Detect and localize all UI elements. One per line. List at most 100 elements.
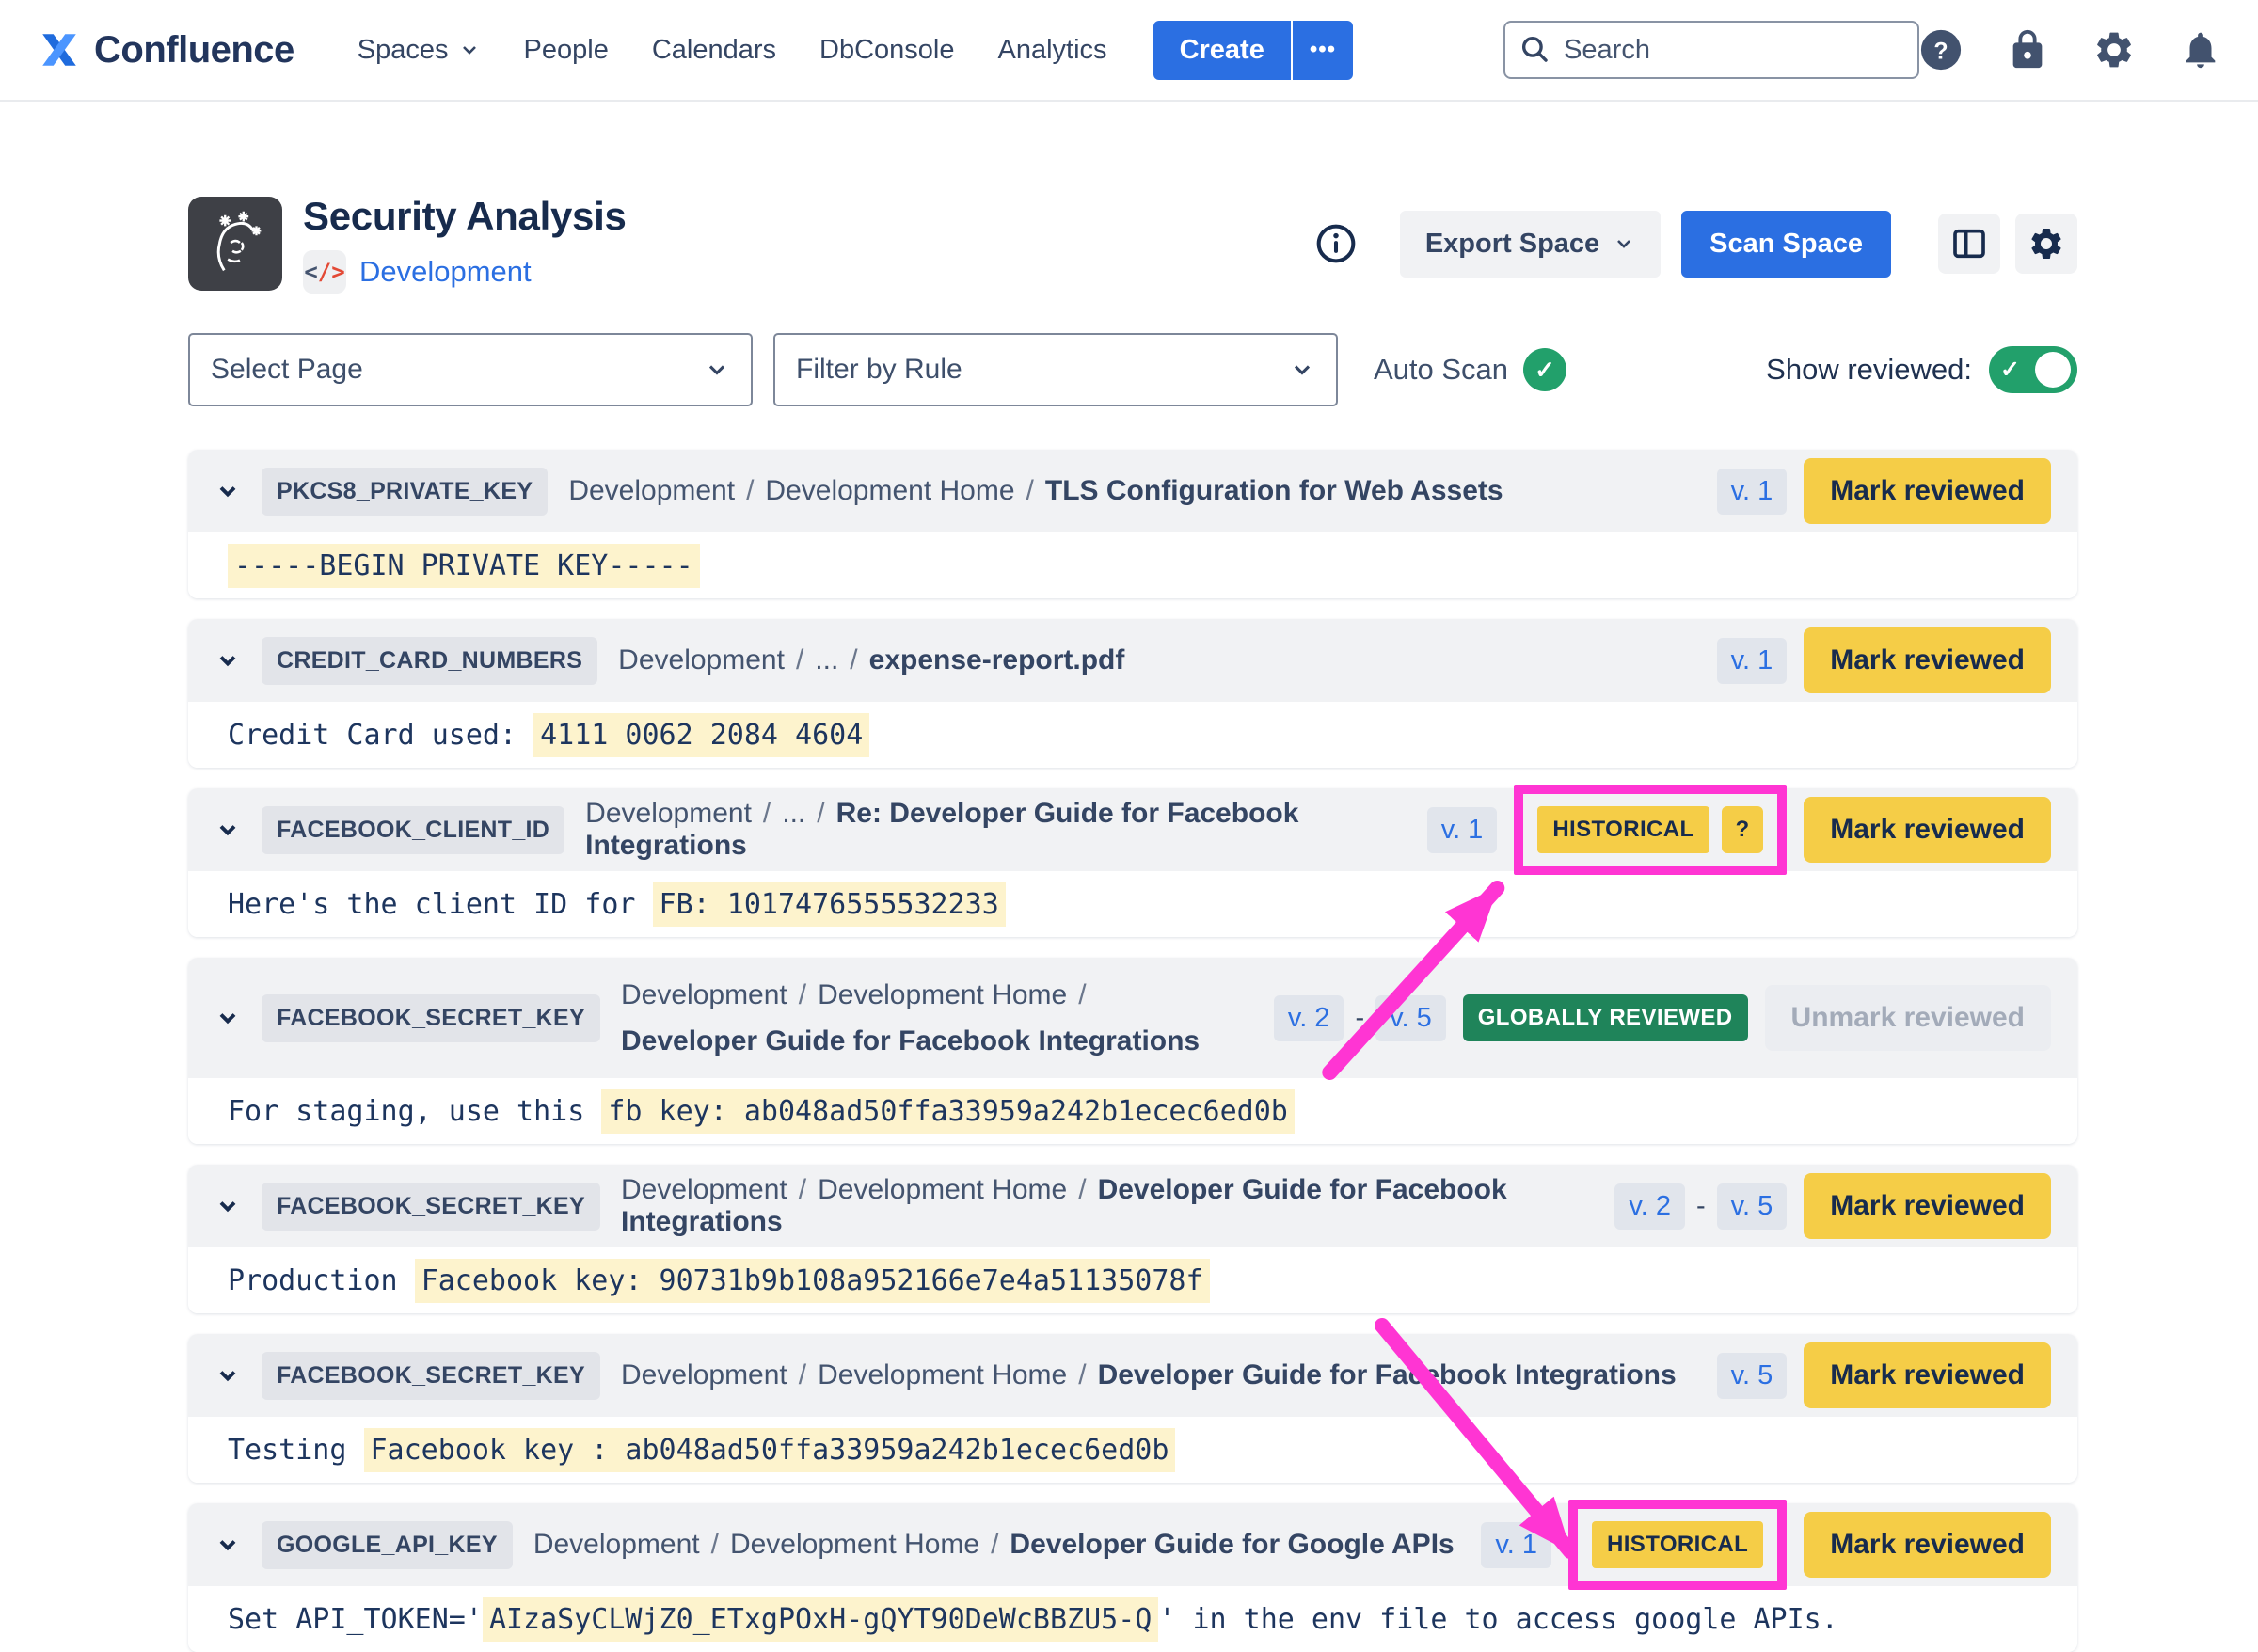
version-badge[interactable]: v. 1 xyxy=(1717,469,1788,515)
version-badge[interactable]: v. 1 xyxy=(1481,1522,1551,1568)
nav-item-dbconsole[interactable]: DbConsole xyxy=(798,35,976,66)
info-icon[interactable] xyxy=(1315,223,1357,264)
breadcrumb-link[interactable]: Development xyxy=(618,644,785,675)
breadcrumb-link[interactable]: Development xyxy=(621,1174,787,1205)
breadcrumb-page-link[interactable]: expense-report.pdf xyxy=(869,644,1125,675)
breadcrumb: Development/.../expense-report.pdf xyxy=(618,644,1124,676)
nav-item-spaces[interactable]: Spaces xyxy=(336,35,502,66)
breadcrumb-link[interactable]: Development Home xyxy=(818,1174,1067,1205)
content-text: Production xyxy=(228,1264,415,1297)
version-badge[interactable]: v. 2 xyxy=(1614,1183,1685,1230)
collapse-chevron-icon[interactable] xyxy=(215,1362,241,1389)
side-panel-button[interactable] xyxy=(1938,214,2000,274)
version-badge[interactable]: v. 1 xyxy=(1427,807,1498,853)
review-action-button[interactable]: Mark reviewed xyxy=(1804,1342,2051,1408)
review-action-button[interactable]: Mark reviewed xyxy=(1804,1173,2051,1239)
search-icon xyxy=(1519,33,1550,65)
version-badge[interactable]: v. 1 xyxy=(1717,638,1788,684)
review-action-button[interactable]: Mark reviewed xyxy=(1804,797,2051,863)
brand-name: Confluence xyxy=(94,29,294,71)
finding-card: PKCS8_PRIVATE_KEY Development /Developmen… xyxy=(188,450,2077,598)
create-more-button[interactable]: ••• xyxy=(1291,21,1353,80)
nav-item-calendars[interactable]: Calendars xyxy=(630,35,798,66)
finding-header: FACEBOOK_CLIENT_ID Development/.../Re: D… xyxy=(188,788,2077,871)
breadcrumb-line: Development/Development Home/Developer G… xyxy=(621,1174,1507,1237)
nav-item-people[interactable]: People xyxy=(502,35,630,66)
show-reviewed-control: Show reviewed: ✓ xyxy=(1766,346,2077,393)
historical-help-button[interactable]: ? xyxy=(1722,806,1764,853)
collapse-chevron-icon[interactable] xyxy=(215,647,241,674)
finding-header: CREDIT_CARD_NUMBERS Development/.../expe… xyxy=(188,619,2077,702)
historical-badge: HISTORICAL xyxy=(1592,1521,1763,1568)
breadcrumb-link[interactable]: Development Home xyxy=(818,1359,1067,1390)
collapse-chevron-icon[interactable] xyxy=(215,478,241,504)
collapse-chevron-icon[interactable] xyxy=(215,1532,241,1558)
breadcrumb-separator: / xyxy=(752,798,782,829)
title-column: Security Analysis </> Development xyxy=(303,194,627,294)
version-badge[interactable]: v. 5 xyxy=(1717,1353,1788,1399)
breadcrumb-link[interactable]: Development xyxy=(621,979,787,1010)
breadcrumb-link[interactable]: Development Home xyxy=(765,475,1014,506)
show-reviewed-toggle[interactable]: ✓ xyxy=(1989,346,2077,393)
select-page-dropdown[interactable]: Select Page xyxy=(188,333,753,406)
secret-highlight: Facebook key: 90731b9b108a952166e7e4a511… xyxy=(415,1259,1210,1303)
finding-card: FACEBOOK_CLIENT_ID Development/.../Re: D… xyxy=(188,788,2077,937)
gear-icon[interactable] xyxy=(2092,28,2136,71)
scan-space-button[interactable]: Scan Space xyxy=(1681,211,1891,278)
breadcrumb-page-link[interactable]: Developer Guide for Facebook Integration… xyxy=(1098,1359,1677,1390)
breadcrumb-separator: / xyxy=(1015,475,1045,506)
finding-content: For staging, use this fb key: ab048ad50f… xyxy=(188,1078,2077,1144)
findings-list: PKCS8_PRIVATE_KEY Development/Developmen… xyxy=(188,450,2077,1652)
create-button[interactable]: Create xyxy=(1153,21,1291,80)
filter-bar: Select Page Filter by Rule Auto Scan ✓ S… xyxy=(188,333,2077,406)
collapse-chevron-icon[interactable] xyxy=(215,817,241,843)
side-panel-icon xyxy=(1950,225,1988,262)
space-link[interactable]: Development xyxy=(359,255,532,289)
rule-chip: PKCS8_PRIVATE_KEY xyxy=(262,468,548,516)
breadcrumb-link[interactable]: ... xyxy=(782,798,805,829)
review-action-button[interactable]: Unmark reviewed xyxy=(1765,985,2051,1051)
nav-item-analytics[interactable]: Analytics xyxy=(977,35,1129,66)
version-range-dash: - xyxy=(1696,1191,1706,1222)
confluence-brand[interactable]: Confluence xyxy=(38,29,294,71)
version-badge[interactable]: v. 5 xyxy=(1375,995,1446,1041)
finding-card: CREDIT_CARD_NUMBERS Development/.../expe… xyxy=(188,619,2077,768)
settings-button[interactable] xyxy=(2015,214,2077,274)
breadcrumb-link[interactable]: Development xyxy=(585,798,752,829)
review-action-button[interactable]: Mark reviewed xyxy=(1804,1512,2051,1578)
status-badge: GLOBALLY REVIEWED xyxy=(1463,994,1748,1041)
finding-content: Testing Facebook key : ab048ad50ffa33959… xyxy=(188,1417,2077,1483)
breadcrumb-link[interactable]: Development Home xyxy=(730,1529,979,1560)
chevron-down-icon xyxy=(458,39,481,61)
breadcrumb-page-link[interactable]: TLS Configuration for Web Assets xyxy=(1045,475,1503,506)
breadcrumb-page-link[interactable]: Developer Guide for Facebook Integration… xyxy=(621,1025,1200,1056)
breadcrumb-link[interactable]: Development Home xyxy=(818,979,1067,1010)
search-input[interactable] xyxy=(1503,21,1919,79)
breadcrumb-link[interactable]: Development xyxy=(533,1529,700,1560)
confluence-logo-icon xyxy=(38,29,81,71)
version-badge[interactable]: v. 5 xyxy=(1717,1183,1788,1230)
secret-highlight: Facebook key : ab048ad50ffa33959a242b1ec… xyxy=(364,1428,1176,1472)
export-space-button[interactable]: Export Space xyxy=(1400,211,1661,278)
secret-highlight: 4111 0062 2084 4604 xyxy=(533,713,869,757)
historical-annotation: HISTORICAL xyxy=(1568,1500,1787,1590)
historical-annotation: HISTORICAL? xyxy=(1514,785,1787,875)
breadcrumb-link[interactable]: Development xyxy=(568,475,735,506)
breadcrumb: Development/.../Re: Developer Guide for … xyxy=(585,798,1407,862)
main-content: Security Analysis </> Development Export… xyxy=(0,194,2258,1652)
lock-icon[interactable] xyxy=(2006,28,2049,71)
breadcrumb-link[interactable]: Development xyxy=(621,1359,787,1390)
breadcrumb: Development/Development Home/Developer G… xyxy=(533,1529,1455,1561)
help-icon[interactable]: ? xyxy=(1919,28,1963,71)
review-action-button[interactable]: Mark reviewed xyxy=(1804,627,2051,693)
collapse-chevron-icon[interactable] xyxy=(215,1193,241,1219)
breadcrumb-link[interactable]: ... xyxy=(815,644,838,675)
bell-icon[interactable] xyxy=(2179,28,2222,71)
collapse-chevron-icon[interactable] xyxy=(215,1005,241,1031)
review-action-button[interactable]: Mark reviewed xyxy=(1804,458,2051,524)
breadcrumb-page-link[interactable]: Developer Guide for Google APIs xyxy=(1010,1529,1454,1560)
finding-card: FACEBOOK_SECRET_KEY Development/Developm… xyxy=(188,958,2077,1144)
filter-by-rule-dropdown[interactable]: Filter by Rule xyxy=(773,333,1338,406)
chevron-down-icon xyxy=(1289,357,1315,383)
version-badge[interactable]: v. 2 xyxy=(1274,995,1344,1041)
